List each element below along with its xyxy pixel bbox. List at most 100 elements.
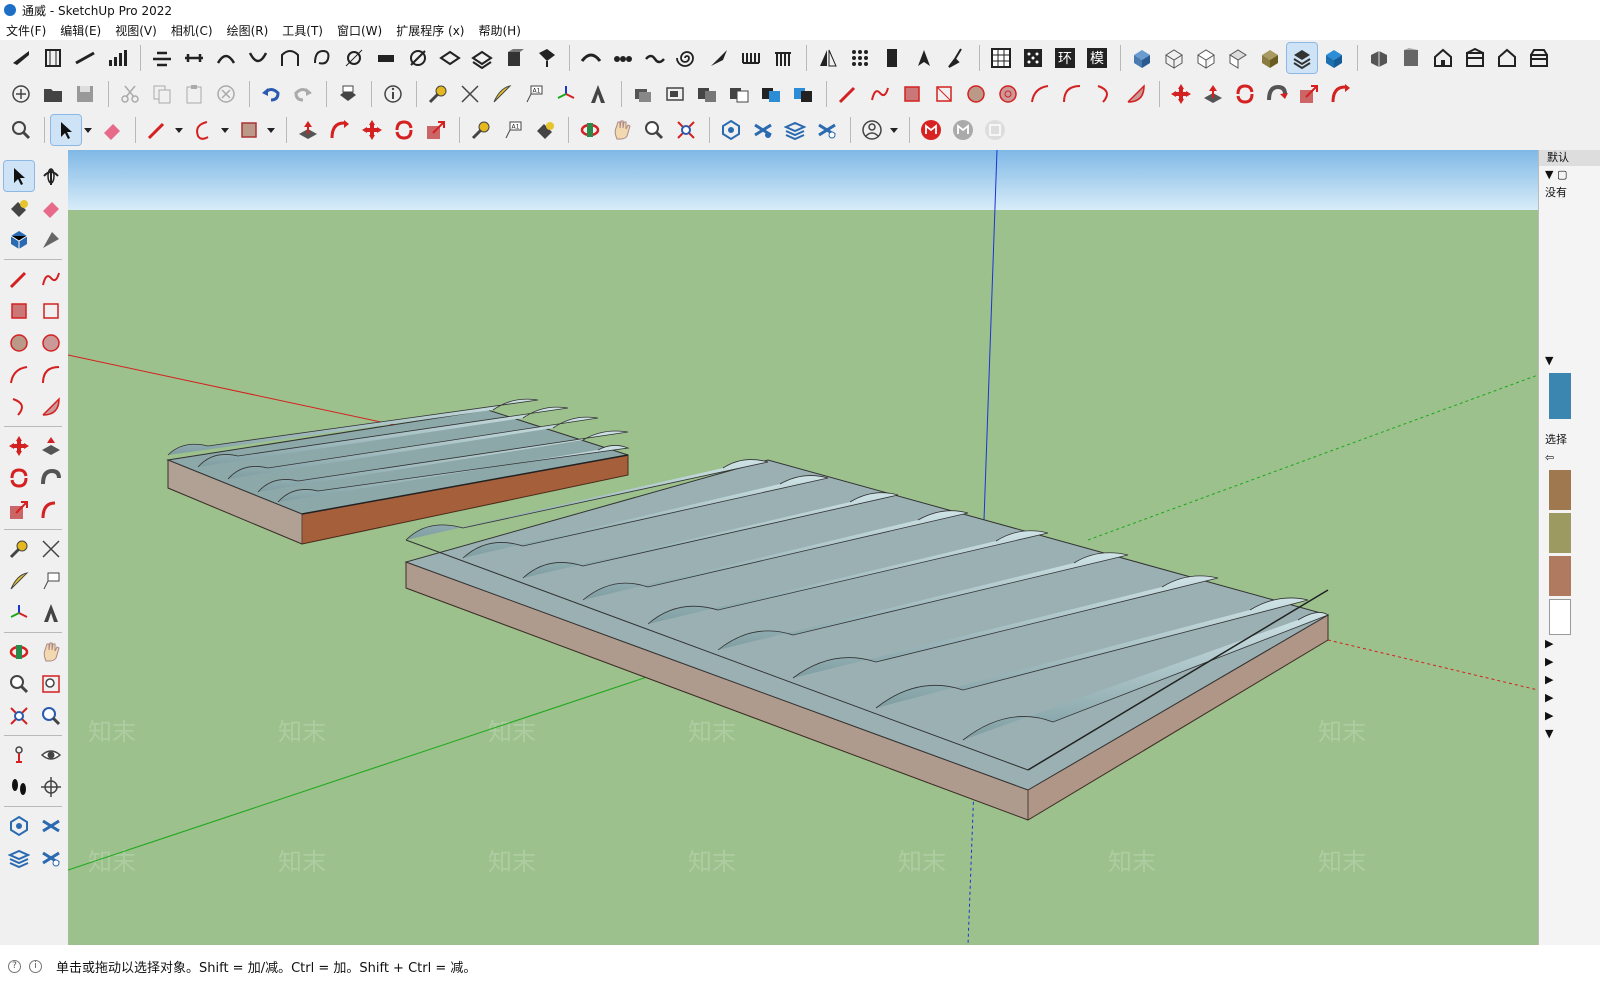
menu-window[interactable]: 窗口(W)	[337, 22, 382, 39]
view-left-icon[interactable]	[1524, 43, 1554, 73]
style-texture-icon[interactable]	[1255, 43, 1285, 73]
zoom-icon[interactable]	[6, 115, 36, 145]
view-back-icon[interactable]	[1492, 43, 1522, 73]
group-icon[interactable]	[660, 79, 690, 109]
pencil-icon[interactable]	[833, 79, 863, 109]
rectangle-left-icon[interactable]	[4, 296, 34, 326]
wave-icon[interactable]	[640, 43, 670, 73]
slab-tool-icon[interactable]	[371, 43, 401, 73]
circle-icon[interactable]	[961, 79, 991, 109]
3d-text-icon[interactable]	[583, 79, 613, 109]
style-wire-icon[interactable]	[1159, 43, 1189, 73]
circle-left-icon[interactable]	[4, 328, 34, 358]
bars-tool-icon[interactable]	[102, 43, 132, 73]
save-icon[interactable]	[70, 79, 100, 109]
extension-warehouse-left-icon[interactable]	[36, 811, 66, 841]
array-icon[interactable]	[845, 43, 875, 73]
protractor-left-icon[interactable]	[4, 566, 34, 596]
door-icon[interactable]	[877, 43, 907, 73]
redo-icon[interactable]	[288, 79, 318, 109]
push-block-icon[interactable]	[499, 43, 529, 73]
columns-icon[interactable]	[768, 43, 798, 73]
zoom-left-icon[interactable]	[4, 669, 34, 699]
menu-help[interactable]: 帮助(H)	[478, 22, 520, 39]
arc-icon[interactable]	[1025, 79, 1055, 109]
copy-icon[interactable]	[147, 79, 177, 109]
solid-intersect-icon[interactable]	[756, 79, 786, 109]
orbit-left-icon[interactable]	[4, 637, 34, 667]
layers-tool-icon[interactable]	[435, 43, 465, 73]
follow-me-icon[interactable]	[1262, 79, 1292, 109]
rectangle-icon[interactable]	[897, 79, 927, 109]
huan-button[interactable]: 环	[1050, 43, 1080, 73]
arc-left-icon[interactable]	[4, 360, 34, 390]
arc-wave-icon[interactable]	[576, 43, 606, 73]
model-info-icon[interactable]	[378, 79, 408, 109]
zoom-extents-left-icon[interactable]	[4, 701, 34, 731]
menu-view[interactable]: 视图(V)	[115, 22, 157, 39]
text-2-icon[interactable]: A1	[498, 115, 528, 145]
layers-tool-2-icon[interactable]	[467, 43, 497, 73]
record-button-icon[interactable]	[916, 115, 946, 145]
delete-icon[interactable]	[211, 79, 241, 109]
extension-warehouse-icon[interactable]	[748, 115, 778, 145]
shape-dropdown-chevron[interactable]	[266, 115, 276, 145]
pan-left-icon[interactable]	[36, 637, 66, 667]
print-icon[interactable]	[333, 79, 363, 109]
view-top-icon[interactable]	[1396, 43, 1426, 73]
chain-icon[interactable]	[608, 43, 638, 73]
zoom-window-left-icon[interactable]	[36, 669, 66, 699]
model-viewport[interactable]: 知末知末知末 知末知末知末知末 知末知末知末 知末知末知末知末	[68, 150, 1538, 945]
dimension-left-icon[interactable]	[36, 534, 66, 564]
material-thumb-blank[interactable]	[1549, 599, 1571, 635]
mo-button[interactable]: 模	[1082, 43, 1112, 73]
arc-2pt-left-icon[interactable]	[36, 360, 66, 390]
view-iso-icon[interactable]	[1364, 43, 1394, 73]
arch-tool-icon[interactable]	[275, 43, 305, 73]
pie-icon[interactable]	[1121, 79, 1151, 109]
text-tool-icon[interactable]: A1	[519, 79, 549, 109]
line-left-icon[interactable]	[4, 264, 34, 294]
arc-3pt-left-icon[interactable]	[4, 392, 34, 422]
style-mono-icon[interactable]	[1286, 42, 1318, 74]
arc-2pt-icon[interactable]	[1057, 79, 1087, 109]
record-disabled-2-icon[interactable]	[980, 115, 1010, 145]
text-left-icon[interactable]	[36, 566, 66, 596]
tray-materials-header[interactable]: ▼	[1539, 352, 1600, 370]
freehand-left-icon[interactable]	[36, 264, 66, 294]
rotate-2-icon[interactable]	[389, 115, 419, 145]
account-icon[interactable]	[857, 115, 887, 145]
menu-tools[interactable]: 工具(T)	[282, 22, 323, 39]
paint-bucket-icon[interactable]	[530, 115, 560, 145]
warehouse-icon[interactable]	[716, 115, 746, 145]
extension-manager-left-icon[interactable]	[36, 843, 66, 873]
rotated-rect-left-icon[interactable]	[36, 296, 66, 326]
solid-trim-icon[interactable]	[788, 79, 818, 109]
lasso-icon[interactable]	[36, 161, 66, 191]
broom-icon[interactable]	[941, 43, 971, 73]
menu-extensions[interactable]: 扩展程序 (x)	[396, 22, 464, 39]
move-left-icon[interactable]	[4, 431, 34, 461]
menu-draw[interactable]: 绘图(R)	[227, 22, 269, 39]
zoom-2-icon[interactable]	[639, 115, 669, 145]
rotated-rect-icon[interactable]	[929, 79, 959, 109]
position-camera-icon[interactable]	[4, 740, 34, 770]
undo-icon[interactable]	[256, 79, 286, 109]
tray-section-2[interactable]: ▶	[1539, 653, 1600, 671]
offset-left-icon[interactable]	[36, 495, 66, 525]
layout-send-icon[interactable]	[780, 115, 810, 145]
spiral-icon[interactable]	[672, 43, 702, 73]
material-thumb-pattern[interactable]	[1549, 513, 1571, 553]
line-dropdown-chevron[interactable]	[174, 115, 184, 145]
extension-tool-icon[interactable]	[6, 43, 36, 73]
tray-section-3[interactable]: ▶	[1539, 671, 1600, 689]
move-icon[interactable]	[1166, 79, 1196, 109]
curve-tool-2-icon[interactable]	[243, 43, 273, 73]
cut-icon[interactable]	[115, 79, 145, 109]
axes-tool-icon[interactable]	[551, 79, 581, 109]
bend-tool-icon[interactable]	[339, 43, 369, 73]
dots-icon[interactable]	[1018, 43, 1048, 73]
arc-dropdown-chevron[interactable]	[220, 115, 230, 145]
menu-edit[interactable]: 编辑(E)	[60, 22, 101, 39]
pie-left-icon[interactable]	[36, 392, 66, 422]
